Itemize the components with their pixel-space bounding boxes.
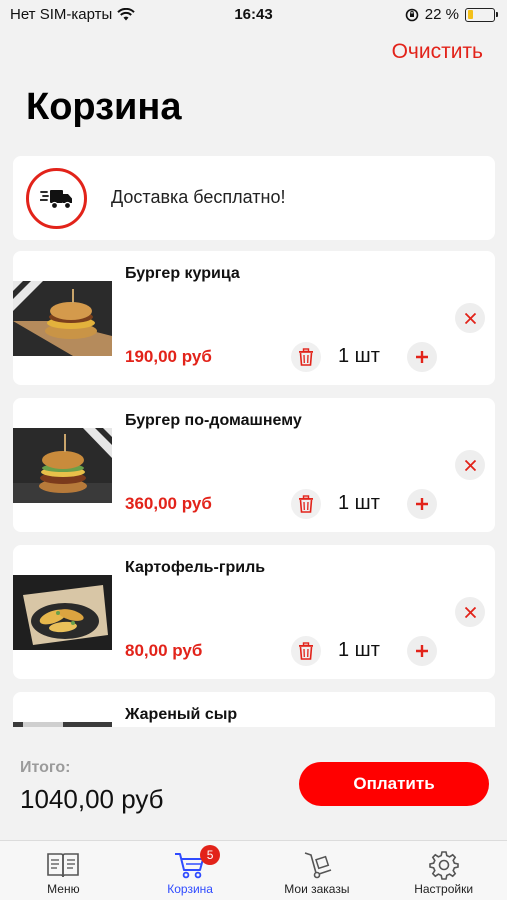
remove-item-button[interactable] [455,597,485,627]
item-quantity: 1 шт [338,492,380,514]
hand-truck-icon [301,849,333,881]
cart-item: Бургер курица 190,00 руб 1 шт [13,251,495,385]
tab-label: Мои заказы [284,882,350,896]
total-label: Итого: [20,759,71,776]
close-icon [464,459,476,471]
cart-icon: 5 [174,845,221,881]
menu-book-icon [46,849,80,881]
status-bar: Нет SIM-карты 16:43 22 % [0,0,507,30]
delete-button[interactable] [291,636,321,666]
item-name: Картофель-гриль [125,559,266,576]
item-price: 80,00 руб [125,641,203,660]
item-price: 190,00 руб [125,347,212,366]
cart-count-badge: 5 [200,845,221,865]
increase-quantity-button[interactable] [407,342,437,372]
plus-icon [416,498,428,510]
item-photo[interactable] [13,281,112,356]
battery-percent: 22 % [424,6,459,23]
cart-item: Картофель-гриль 80,00 руб 1 шт [13,545,495,679]
checkout-footer: Итого: 1040,00 руб Оплатить [0,727,507,840]
plus-icon [416,645,428,657]
page-title: Корзина [26,86,182,128]
trash-icon [299,348,313,366]
trash-icon [299,642,313,660]
item-quantity: 1 шт [338,345,380,367]
battery-fill [467,10,473,19]
cart-item: Бургер по-домашнему 360,00 руб 1 шт [13,398,495,532]
item-quantity: 1 шт [338,639,380,661]
increase-quantity-button[interactable] [407,489,437,519]
pay-button[interactable]: Оплатить [299,762,489,806]
delivery-truck-icon [26,168,87,229]
close-icon [464,312,476,324]
tab-label: Настройки [414,882,474,896]
item-name: Жареный сыр [125,706,238,723]
tab-orders[interactable]: Мои заказы [254,841,381,900]
tab-cart[interactable]: 5 Корзина [127,841,254,900]
orientation-lock-icon [405,8,419,21]
delete-button[interactable] [291,342,321,372]
close-icon [464,606,476,618]
tab-menu[interactable]: Меню [0,841,127,900]
item-photo[interactable] [13,575,112,650]
item-photo[interactable] [13,428,112,503]
gear-icon [428,849,459,881]
tab-settings[interactable]: Настройки [380,841,507,900]
delivery-banner: Доставка бесплатно! [13,156,495,240]
tab-bar: Меню 5 Корзина Мои заказы Настройки [0,840,507,900]
total-value: 1040,00 руб [20,784,164,814]
tab-label: Меню [47,882,80,896]
battery-icon [465,7,498,22]
delivery-text: Доставка бесплатно! [111,187,286,207]
remove-item-button[interactable] [455,450,485,480]
remove-item-button[interactable] [455,303,485,333]
status-right: 22 % [405,6,498,23]
item-price: 360,00 руб [125,494,212,513]
plus-icon [416,351,428,363]
item-name: Бургер по-домашнему [125,412,302,429]
item-name: Бургер курица [125,265,240,282]
delete-button[interactable] [291,489,321,519]
increase-quantity-button[interactable] [407,636,437,666]
tab-label: Корзина [167,882,213,896]
clear-cart-button[interactable]: Очистить [392,40,483,64]
trash-icon [299,495,313,513]
